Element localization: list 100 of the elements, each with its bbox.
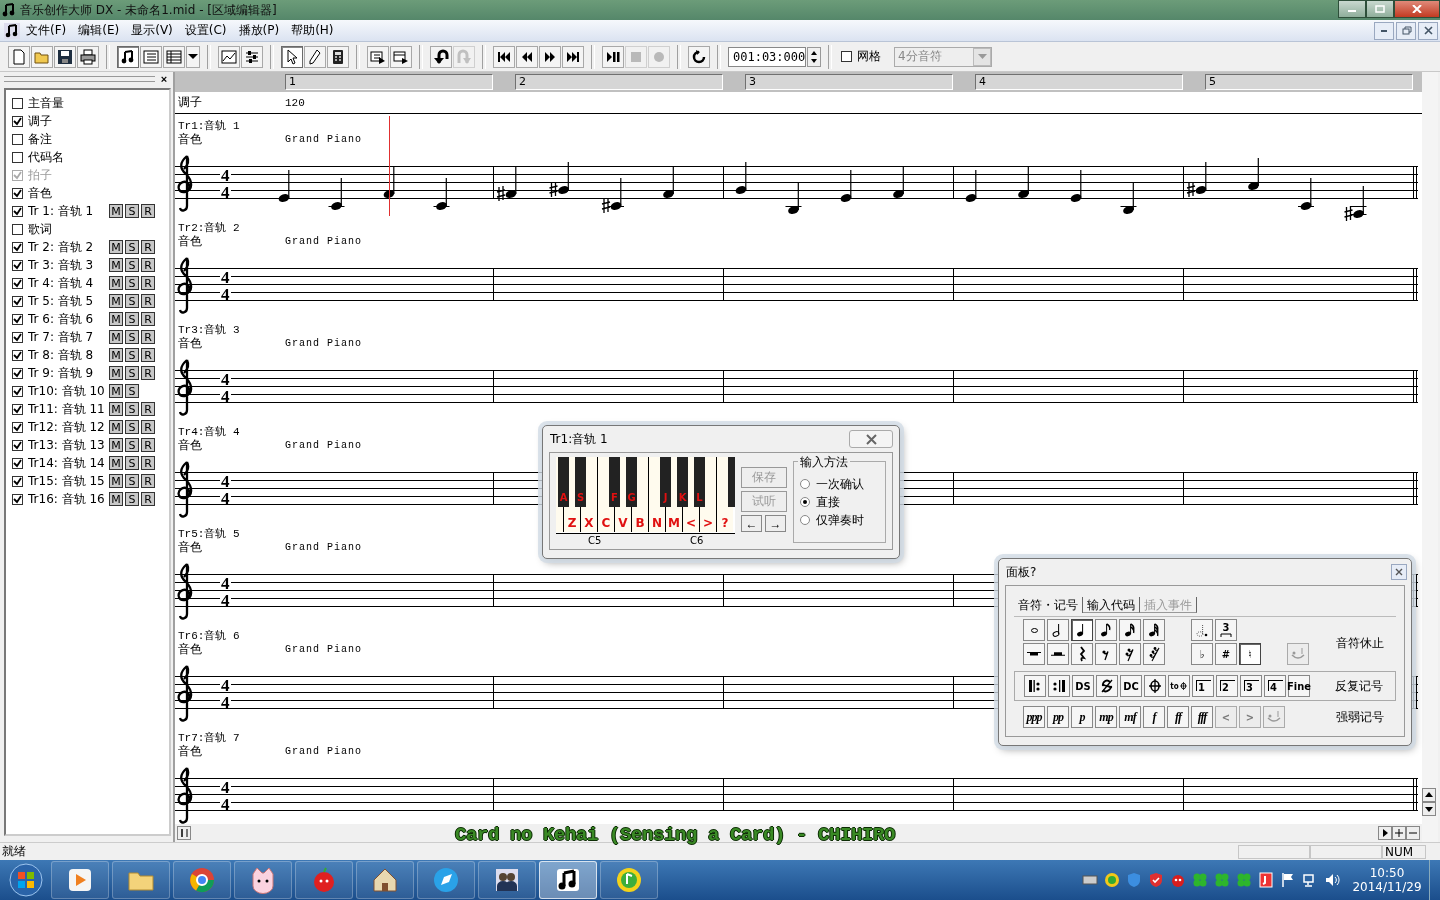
track-toggle-button[interactable]: R bbox=[141, 438, 155, 452]
track-toggle-button[interactable]: S bbox=[125, 204, 139, 218]
track-toggle-button[interactable]: R bbox=[141, 456, 155, 470]
menu-item[interactable]: 编辑(E) bbox=[72, 22, 126, 39]
track-toggle-button[interactable]: S bbox=[125, 402, 139, 416]
arrow-button[interactable]: ← bbox=[741, 515, 762, 532]
menu-item[interactable]: 显示(V) bbox=[125, 22, 179, 39]
track-toggle-button[interactable]: S bbox=[125, 348, 139, 362]
dynamics-button[interactable]: mf bbox=[1119, 706, 1141, 728]
track-toggle-button[interactable]: R bbox=[141, 294, 155, 308]
track-toggle-button[interactable]: M bbox=[109, 240, 123, 254]
track-toggle-button[interactable]: S bbox=[125, 294, 139, 308]
symbol-button[interactable]: ♮ bbox=[1239, 643, 1261, 665]
track-toggle-button[interactable]: M bbox=[109, 276, 123, 290]
measure-number[interactable]: 1 bbox=[285, 74, 493, 90]
piano-keyboard[interactable]: Z X C V B N M < > ? A S F G J K L bbox=[556, 457, 735, 534]
track-toggle-button[interactable]: M bbox=[109, 294, 123, 308]
track-toggle-button[interactable]: M bbox=[109, 402, 123, 416]
symbol-button[interactable]: DC bbox=[1120, 675, 1142, 697]
triplet-button[interactable]: 3 bbox=[1215, 619, 1237, 641]
symbol-button[interactable]: # bbox=[1215, 643, 1237, 665]
tab[interactable]: 输入代码 bbox=[1083, 597, 1140, 613]
ending-button[interactable]: 1 bbox=[1192, 675, 1214, 697]
track-toggle-button[interactable]: M bbox=[109, 384, 123, 398]
clock-time[interactable]: 10:50 bbox=[1369, 866, 1405, 880]
clock-date[interactable]: 2014/11/29 bbox=[1352, 880, 1422, 894]
track-toggle-button[interactable]: R bbox=[141, 240, 155, 254]
track-toggle-button[interactable]: R bbox=[141, 204, 155, 218]
track-toggle-button[interactable]: S bbox=[125, 384, 139, 398]
track-toggle-button[interactable]: M bbox=[109, 348, 123, 362]
track-toggle-button[interactable]: M bbox=[109, 312, 123, 326]
measure-number[interactable]: 4 bbox=[975, 74, 1183, 90]
patch-label: 音色 bbox=[177, 232, 203, 250]
track-toggle-button[interactable]: S bbox=[125, 438, 139, 452]
track-toggle-button[interactable]: S bbox=[125, 492, 139, 506]
track-toggle-button[interactable]: S bbox=[125, 456, 139, 470]
track-toggle-button[interactable]: S bbox=[125, 258, 139, 272]
arrow-button[interactable]: → bbox=[765, 515, 786, 532]
measure-number[interactable]: 2 bbox=[515, 74, 723, 90]
track-toggle-button[interactable]: M bbox=[109, 366, 123, 380]
track-toggle-button[interactable]: R bbox=[141, 276, 155, 290]
track-toggle-button[interactable]: S bbox=[125, 330, 139, 344]
track-toggle-button[interactable]: R bbox=[141, 402, 155, 416]
track-name: Tr4:音轨 4 bbox=[177, 426, 240, 438]
time-signature: 4 bbox=[221, 285, 230, 304]
track-toggle-button[interactable]: R bbox=[141, 420, 155, 434]
time-signature: 4 bbox=[221, 387, 230, 406]
track-toggle-button[interactable]: R bbox=[141, 312, 155, 326]
dynamics-button[interactable]: mp bbox=[1095, 706, 1117, 728]
track-toggle-button[interactable]: S bbox=[125, 474, 139, 488]
dynamics-button[interactable]: pp bbox=[1047, 706, 1069, 728]
time-field[interactable]: 001:03:000 bbox=[728, 46, 806, 67]
symbol-button[interactable]: Fine bbox=[1288, 675, 1310, 697]
track-toggle-button[interactable]: M bbox=[109, 204, 123, 218]
track-toggle-button[interactable]: S bbox=[125, 420, 139, 434]
track-toggle-button[interactable]: S bbox=[125, 366, 139, 380]
track-toggle-button[interactable]: M bbox=[109, 420, 123, 434]
close-button[interactable]: × bbox=[159, 73, 169, 85]
time-signature: 4 bbox=[221, 183, 230, 202]
window-title: Tr1:音轨 1 bbox=[550, 430, 608, 448]
to-coda-button[interactable]: to bbox=[1168, 675, 1190, 697]
track-toggle-button[interactable]: S bbox=[125, 312, 139, 326]
track-toggle-button[interactable]: R bbox=[141, 366, 155, 380]
dynamics-button[interactable]: fff bbox=[1191, 706, 1213, 728]
track-toggle-button[interactable]: R bbox=[141, 492, 155, 506]
track-toggle-button[interactable]: S bbox=[125, 240, 139, 254]
track-toggle-button[interactable]: R bbox=[141, 258, 155, 272]
tab[interactable]: 音符・记号 bbox=[1014, 597, 1083, 613]
menu-item[interactable]: 播放(P) bbox=[232, 22, 286, 39]
octave-label: C6 bbox=[690, 535, 704, 546]
dynamics-button[interactable]: ff bbox=[1167, 706, 1189, 728]
track-toggle-button[interactable]: M bbox=[109, 474, 123, 488]
symbol-button[interactable]: DS bbox=[1072, 675, 1094, 697]
lyrics-overlay: Card no Kehai (Sensing a Card) - CHIHIRO bbox=[455, 824, 896, 846]
option-label: 代码名 bbox=[28, 148, 65, 166]
track-toggle-button[interactable]: M bbox=[109, 330, 123, 344]
measure-number[interactable]: 5 bbox=[1205, 74, 1413, 90]
ending-button[interactable]: 4 bbox=[1264, 675, 1286, 697]
dynamics-button[interactable]: p bbox=[1071, 706, 1093, 728]
ending-button[interactable]: 2 bbox=[1216, 675, 1238, 697]
time-signature: 4 bbox=[221, 268, 230, 287]
patch-name: Grand Piano bbox=[285, 337, 362, 349]
symbol-button[interactable]: ♭ bbox=[1191, 643, 1213, 665]
measure-number[interactable]: 3 bbox=[745, 74, 953, 90]
track-toggle-button[interactable]: R bbox=[141, 474, 155, 488]
track-toggle-button[interactable]: M bbox=[109, 258, 123, 272]
track-toggle-button[interactable]: M bbox=[109, 492, 123, 506]
option-label: Tr 7: 音轨 7 bbox=[28, 328, 95, 346]
track-toggle-button[interactable]: M bbox=[109, 456, 123, 470]
track-toggle-button[interactable]: R bbox=[141, 348, 155, 362]
menu-item[interactable]: 帮助(H) bbox=[285, 22, 340, 39]
track-toggle-button[interactable]: M bbox=[109, 438, 123, 452]
track-toggle-button[interactable]: S bbox=[125, 276, 139, 290]
menu-item[interactable]: 文件(F) bbox=[20, 22, 73, 39]
menu-item[interactable]: 设置(C) bbox=[178, 22, 233, 39]
option-label: Tr 4: 音轨 4 bbox=[28, 274, 95, 292]
dynamics-button[interactable]: f bbox=[1143, 706, 1165, 728]
track-toggle-button[interactable]: R bbox=[141, 330, 155, 344]
dynamics-button[interactable]: ppp bbox=[1023, 706, 1045, 728]
ending-button[interactable]: 3 bbox=[1240, 675, 1262, 697]
